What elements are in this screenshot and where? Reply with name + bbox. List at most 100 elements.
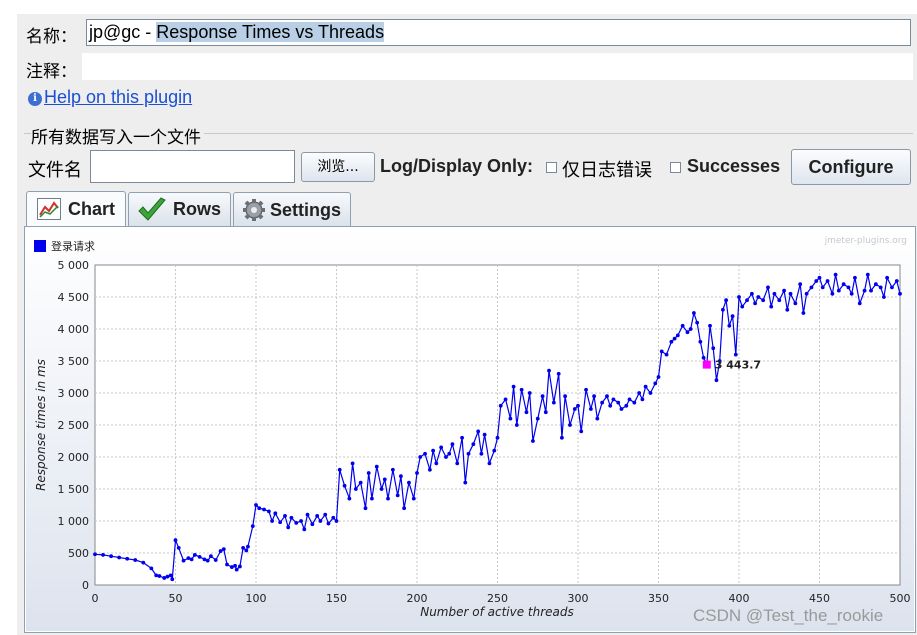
data-point bbox=[785, 307, 790, 312]
help-link[interactable]: Help on this plugin bbox=[44, 87, 192, 108]
data-point bbox=[189, 557, 194, 562]
data-point bbox=[233, 563, 237, 568]
data-point bbox=[270, 519, 274, 523]
watermark: CSDN @Test_the_rookie bbox=[693, 606, 884, 625]
data-point bbox=[894, 279, 899, 283]
data-point bbox=[170, 577, 175, 582]
successes-checkbox[interactable] bbox=[670, 162, 681, 173]
y-tick-label: 3 000 bbox=[58, 387, 90, 400]
errors-checkbox[interactable] bbox=[546, 162, 557, 173]
y-tick-label: 2 000 bbox=[58, 451, 90, 464]
data-point bbox=[141, 560, 146, 565]
x-tick-label: 200 bbox=[407, 592, 428, 605]
tab-rows[interactable]: Rows bbox=[128, 192, 231, 226]
data-point bbox=[431, 448, 435, 453]
data-point bbox=[395, 493, 400, 498]
data-point bbox=[890, 285, 894, 290]
data-point bbox=[579, 429, 584, 434]
y-tick-label: 5 000 bbox=[58, 259, 90, 272]
data-point bbox=[350, 461, 355, 466]
info-icon: i bbox=[28, 92, 42, 106]
data-point bbox=[576, 403, 580, 408]
x-tick-label: 100 bbox=[246, 592, 267, 605]
name-value-prefix: jp@gc - bbox=[89, 22, 157, 42]
tab-settings-label: Settings bbox=[270, 200, 342, 220]
configure-button[interactable]: Configure bbox=[791, 149, 911, 185]
data-point bbox=[878, 285, 883, 290]
data-point bbox=[849, 291, 854, 296]
errors-checkbox-label: 仅日志错误 bbox=[562, 160, 652, 181]
data-point bbox=[540, 394, 545, 399]
data-point bbox=[347, 496, 352, 501]
data-point bbox=[294, 521, 299, 525]
tab-settings[interactable]: Settings bbox=[233, 192, 351, 226]
data-point bbox=[885, 275, 890, 280]
y-tick-label: 4 500 bbox=[58, 291, 90, 304]
filename-input[interactable] bbox=[90, 150, 295, 183]
data-point bbox=[157, 574, 162, 578]
data-point bbox=[572, 407, 577, 411]
tab-chart[interactable]: Chart bbox=[26, 191, 126, 227]
data-point bbox=[753, 301, 757, 306]
data-point bbox=[463, 480, 468, 485]
data-point bbox=[117, 555, 122, 560]
data-point bbox=[749, 291, 754, 296]
data-point bbox=[283, 513, 287, 518]
data-point bbox=[659, 349, 664, 354]
data-point bbox=[672, 336, 677, 341]
data-point bbox=[323, 512, 328, 517]
data-point bbox=[439, 445, 444, 450]
data-point bbox=[801, 311, 806, 315]
x-tick-label: 0 bbox=[92, 592, 99, 605]
data-point bbox=[535, 416, 540, 421]
comment-label: 注释： bbox=[26, 62, 77, 82]
data-point bbox=[218, 549, 223, 553]
y-tick-label: 3 500 bbox=[58, 355, 90, 368]
data-point bbox=[846, 285, 851, 290]
data-point bbox=[149, 566, 154, 571]
data-point bbox=[366, 471, 371, 475]
data-point bbox=[685, 330, 690, 335]
data-point bbox=[721, 307, 725, 312]
data-point bbox=[568, 423, 572, 427]
name-label: 名称： bbox=[26, 27, 77, 47]
data-point bbox=[289, 515, 294, 520]
data-point bbox=[543, 410, 548, 415]
data-point bbox=[782, 288, 786, 293]
data-point bbox=[476, 429, 481, 434]
data-point bbox=[825, 279, 830, 283]
data-point bbox=[278, 520, 283, 525]
comment-input[interactable] bbox=[82, 53, 913, 80]
data-point bbox=[531, 439, 535, 443]
data-point bbox=[209, 554, 213, 559]
data-point bbox=[479, 451, 484, 456]
data-point bbox=[584, 387, 588, 392]
data-point bbox=[675, 333, 680, 338]
browse-button[interactable]: 浏览... bbox=[301, 152, 375, 182]
data-point bbox=[101, 553, 105, 557]
data-point bbox=[551, 400, 556, 405]
data-point bbox=[205, 558, 210, 563]
data-point bbox=[411, 496, 416, 501]
data-point bbox=[820, 285, 825, 290]
data-point bbox=[342, 483, 347, 488]
data-point bbox=[447, 451, 452, 456]
data-point bbox=[772, 291, 777, 296]
data-point bbox=[305, 512, 310, 517]
data-point bbox=[262, 507, 266, 512]
data-point bbox=[363, 506, 368, 511]
data-point bbox=[708, 323, 712, 328]
gear-icon bbox=[243, 199, 265, 221]
data-point bbox=[547, 368, 551, 373]
y-tick-label: 2 500 bbox=[58, 419, 90, 432]
data-point bbox=[733, 352, 738, 357]
data-point bbox=[286, 525, 291, 530]
data-point bbox=[769, 304, 774, 309]
tab-rows-label: Rows bbox=[173, 199, 222, 219]
data-point bbox=[93, 552, 97, 557]
data-point bbox=[471, 442, 476, 447]
data-point bbox=[176, 545, 181, 550]
data-point bbox=[315, 513, 320, 518]
log-only-label: Log/Display Only: bbox=[380, 156, 534, 176]
name-input[interactable]: jp@gc - Response Times vs Threads bbox=[86, 19, 911, 46]
